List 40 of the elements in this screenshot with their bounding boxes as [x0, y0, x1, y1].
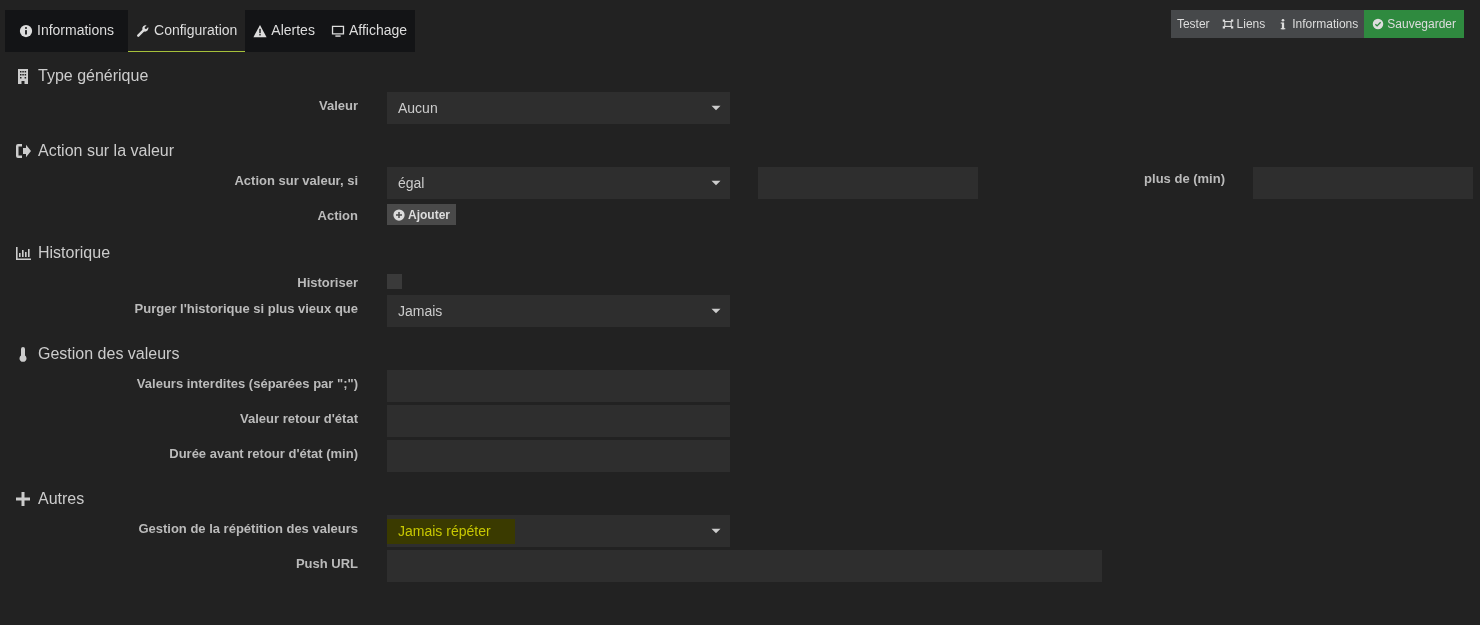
building-icon — [15, 68, 31, 84]
field-label: Action — [316, 207, 358, 225]
field-label: Valeur retour d'état — [239, 410, 358, 428]
toolbar-button[interactable]: Liens — [1215, 10, 1272, 38]
field-label: Gestion de la répétition des valeurs — [137, 520, 358, 538]
field-label: Valeurs interdites (séparées par ";") — [135, 375, 358, 393]
bar-chart-icon — [15, 244, 31, 261]
field-label: plus de (min) — [1143, 170, 1226, 188]
select-field[interactable]: Aucun — [387, 92, 730, 124]
wrench-icon — [136, 23, 151, 38]
info-icon — [19, 23, 33, 38]
plus-circle-icon — [393, 208, 405, 221]
field-label: Purger l'historique si plus vieux que — [133, 300, 358, 318]
field-label: Action sur valeur, si — [233, 172, 358, 190]
tab[interactable]: Configuration — [128, 10, 246, 52]
check-circle-icon — [1372, 18, 1385, 30]
checkbox[interactable] — [387, 273, 402, 289]
select-field[interactable]: Jamais répéter — [387, 515, 730, 547]
warning-icon — [253, 23, 268, 38]
plus-icon — [15, 491, 31, 507]
monitor-icon — [330, 23, 345, 38]
select-field[interactable]: égal — [387, 167, 730, 199]
toolbar-button[interactable]: Informations — [1271, 10, 1365, 38]
field-label: Durée avant retour d'état (min) — [168, 445, 358, 463]
toolbar-button[interactable]: Tester — [1170, 10, 1216, 38]
section-title: Gestion des valeurs — [38, 344, 180, 364]
select-field[interactable]: Jamais — [387, 295, 730, 327]
section-title: Historique — [38, 242, 111, 263]
section-title: Autres — [38, 489, 85, 509]
tab[interactable]: Affichage — [322, 10, 416, 52]
field-label: Valeur — [317, 97, 358, 115]
field-label: Push URL — [294, 555, 358, 573]
tab[interactable]: Informations — [5, 10, 129, 52]
field-label: Historiser — [296, 273, 358, 292]
frame-icon — [1221, 18, 1234, 30]
add-button[interactable]: Ajouter — [387, 204, 456, 225]
section-title: Type générique — [38, 66, 149, 86]
section-title: Action sur la valeur — [38, 141, 175, 161]
sign-out-icon — [15, 143, 31, 159]
tab[interactable]: Alertes — [245, 10, 323, 52]
